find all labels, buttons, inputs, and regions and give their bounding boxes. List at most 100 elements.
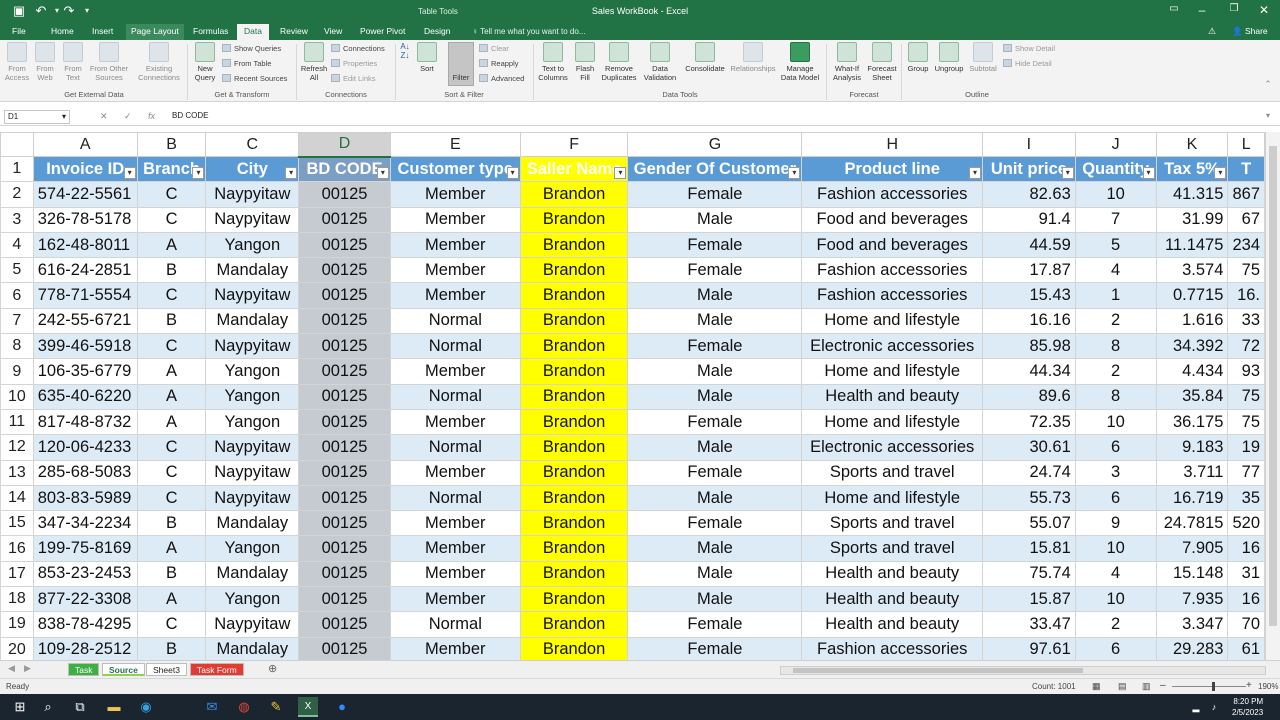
cell[interactable]: 77 (1227, 459, 1265, 486)
row-header[interactable]: 6 (0, 282, 34, 309)
cell[interactable]: 00125 (298, 358, 391, 385)
cell[interactable]: Female (627, 611, 803, 638)
show-detail-button[interactable]: Show Detail (1003, 44, 1055, 54)
cell[interactable]: Brandon (519, 333, 629, 360)
cell[interactable]: Male (627, 484, 803, 512)
cell[interactable]: 00125 (298, 459, 391, 486)
cell[interactable]: Mandalay (205, 307, 300, 335)
sheet-tab-task-form[interactable]: Task Form (190, 663, 244, 676)
table-header-saller-name[interactable]: Saller Name ▾ (519, 155, 629, 183)
cell[interactable]: Brandon (519, 231, 629, 259)
cell[interactable]: 9 (1074, 510, 1157, 537)
cell[interactable]: Brandon (519, 282, 629, 309)
cell[interactable]: 16. (1227, 282, 1265, 309)
cell[interactable]: Brandon (519, 358, 629, 385)
cell[interactable]: 89.6 (982, 383, 1076, 410)
cell[interactable]: Female (627, 510, 803, 537)
cell[interactable]: Health and beauty (801, 383, 984, 410)
tab-review[interactable]: Review (278, 24, 310, 40)
name-box[interactable]: D1 ▾ (4, 110, 70, 124)
cell[interactable]: C (136, 611, 207, 638)
cell[interactable]: A (136, 586, 207, 613)
cell[interactable]: 00125 (298, 231, 391, 259)
cell[interactable]: Female (627, 231, 803, 259)
cell[interactable]: Brandon (519, 636, 629, 660)
cell[interactable]: 00125 (298, 282, 391, 309)
cell[interactable]: 24.74 (982, 459, 1076, 486)
cell[interactable]: 8 (1074, 333, 1157, 360)
cell[interactable]: 33 (1227, 307, 1265, 335)
advanced-button[interactable]: Advanced (479, 74, 524, 84)
cell[interactable]: 15.81 (982, 535, 1076, 562)
refresh-all-button[interactable]: Refresh All (299, 42, 329, 82)
cell[interactable]: 838-78-4295 (32, 611, 138, 638)
column-header[interactable]: I (982, 132, 1076, 157)
edge-icon[interactable]: ◉ (136, 697, 156, 717)
row-header[interactable]: 11 (0, 408, 34, 436)
cell[interactable]: 61 (1227, 636, 1265, 660)
group-button[interactable]: Group (904, 42, 932, 73)
cell[interactable]: Brandon (519, 408, 629, 436)
tab-file[interactable]: File (10, 24, 28, 40)
cell[interactable]: Male (627, 206, 803, 233)
mail-icon[interactable]: ✉ (202, 697, 222, 717)
what-if-analysis-button[interactable]: What-If Analysis (829, 42, 865, 82)
cell[interactable]: 15.43 (982, 282, 1076, 309)
cell[interactable]: 109-28-2512 (32, 636, 138, 660)
forecast-sheet-button[interactable]: Forecast Sheet (866, 42, 898, 82)
cell[interactable]: 616-24-2851 (32, 257, 138, 284)
edit-links-button[interactable]: Edit Links (331, 74, 376, 84)
cell[interactable]: Brandon (519, 206, 629, 233)
cell[interactable]: Brandon (519, 181, 629, 208)
sort-az-button[interactable]: A↓ Z↓ (398, 42, 412, 60)
cell[interactable]: A (136, 231, 207, 259)
function-icon[interactable]: fx (148, 111, 155, 121)
cell[interactable]: B (136, 307, 207, 335)
ungroup-button[interactable]: Ungroup (933, 42, 965, 73)
cell[interactable]: Female (627, 636, 803, 660)
cell[interactable]: 5 (1074, 231, 1157, 259)
cell[interactable]: 2 (1074, 611, 1157, 638)
column-header[interactable]: J (1074, 132, 1157, 157)
cell[interactable]: Electronic accessories (801, 333, 984, 360)
cell[interactable]: Normal (389, 307, 521, 335)
sheet-tab-task[interactable]: Task (68, 663, 100, 676)
cell[interactable]: 10 (1074, 586, 1157, 613)
row-header[interactable]: 16 (0, 535, 34, 562)
table-header-tax[interactable]: Tax 5% ▾ (1155, 155, 1229, 183)
enter-icon[interactable]: ✓ (124, 111, 132, 122)
cell[interactable]: Yangon (205, 408, 300, 436)
cell[interactable]: 6 (1074, 636, 1157, 660)
cancel-icon[interactable]: ✕ (100, 111, 108, 122)
cell[interactable]: 29.283 (1155, 636, 1229, 660)
cell[interactable]: 75 (1227, 383, 1265, 410)
cell[interactable]: Home and lifestyle (801, 484, 984, 512)
cell[interactable]: 1.616 (1155, 307, 1229, 335)
cell[interactable]: 106-35-6779 (32, 358, 138, 385)
tab-formulas[interactable]: Formulas (191, 24, 230, 40)
cell[interactable]: 85.98 (982, 333, 1076, 360)
horizontal-scrollbar[interactable] (780, 666, 1266, 675)
cell[interactable]: Normal (389, 383, 521, 410)
cell[interactable]: 326-78-5178 (32, 206, 138, 233)
cell[interactable]: Sports and travel (801, 510, 984, 537)
select-all-corner[interactable] (0, 132, 34, 157)
table-header-customer-type[interactable]: Customer type ▾ (389, 155, 521, 183)
cell[interactable]: Female (627, 333, 803, 360)
cell[interactable]: Sports and travel (801, 535, 984, 562)
existing-connections-button[interactable]: Existing Connections (136, 42, 182, 82)
cell[interactable]: Naypyitaw (205, 181, 300, 208)
cell[interactable]: Normal (389, 611, 521, 638)
cell[interactable]: Brandon (519, 510, 629, 537)
row-header[interactable]: 4 (0, 231, 34, 259)
flash-fill-button[interactable]: Flash Fill (573, 42, 597, 82)
cell[interactable]: Naypyitaw (205, 206, 300, 233)
cell[interactable]: A (136, 358, 207, 385)
cell[interactable]: Male (627, 307, 803, 335)
cell[interactable]: 15.87 (982, 586, 1076, 613)
cell[interactable]: 242-55-6721 (32, 307, 138, 335)
cell[interactable]: Member (389, 231, 521, 259)
file-explorer-icon[interactable]: ▬ (104, 697, 124, 717)
cell[interactable]: 72.35 (982, 408, 1076, 436)
next-sheet-icon[interactable]: ▶ (24, 663, 31, 674)
